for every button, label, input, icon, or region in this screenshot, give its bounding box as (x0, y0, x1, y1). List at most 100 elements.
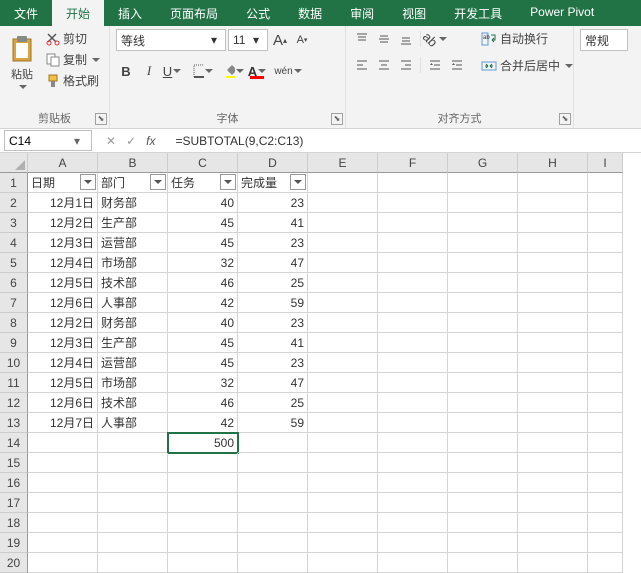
row-header-4[interactable]: 4 (0, 233, 28, 253)
cell[interactable]: 人事部 (98, 293, 168, 313)
indent-decrease-button[interactable] (425, 55, 445, 75)
cell[interactable] (448, 533, 518, 553)
cell[interactable] (588, 373, 623, 393)
tab-file[interactable]: 文件 (0, 0, 52, 26)
cell[interactable]: 40 (168, 313, 238, 333)
cell[interactable] (378, 353, 448, 373)
cell[interactable] (308, 393, 378, 413)
cell[interactable] (588, 413, 623, 433)
row-header-16[interactable]: 16 (0, 473, 28, 493)
cell[interactable] (28, 473, 98, 493)
cell[interactable] (518, 213, 588, 233)
cell[interactable] (588, 233, 623, 253)
cell[interactable] (308, 493, 378, 513)
tab-home[interactable]: 开始 (52, 0, 104, 26)
name-box-dropdown[interactable]: ▾ (69, 134, 85, 148)
cell[interactable] (448, 313, 518, 333)
cell[interactable] (308, 533, 378, 553)
cell[interactable] (448, 393, 518, 413)
align-middle-button[interactable] (374, 29, 394, 49)
cell[interactable] (448, 333, 518, 353)
cell[interactable] (448, 473, 518, 493)
row-header-17[interactable]: 17 (0, 493, 28, 513)
cell[interactable]: 技术部 (98, 273, 168, 293)
align-center-button[interactable] (374, 55, 394, 75)
tab-formulas[interactable]: 公式 (232, 0, 284, 26)
cell[interactable] (518, 333, 588, 353)
row-header-19[interactable]: 19 (0, 533, 28, 553)
cell[interactable] (518, 413, 588, 433)
row-header-9[interactable]: 9 (0, 333, 28, 353)
cell[interactable]: 12月3日 (28, 233, 98, 253)
cell[interactable] (308, 413, 378, 433)
merge-center-button[interactable]: 合并后居中 (477, 56, 577, 75)
cell[interactable] (448, 413, 518, 433)
col-header-I[interactable]: I (588, 153, 623, 173)
cell[interactable] (28, 553, 98, 573)
cell[interactable] (448, 253, 518, 273)
col-header-G[interactable]: G (448, 153, 518, 173)
cell[interactable] (378, 493, 448, 513)
cell[interactable]: 技术部 (98, 393, 168, 413)
cell[interactable] (518, 513, 588, 533)
col-header-A[interactable]: A (28, 153, 98, 173)
cell[interactable] (588, 273, 623, 293)
select-all-corner[interactable] (0, 153, 28, 173)
cell[interactable]: 运营部 (98, 233, 168, 253)
cell[interactable]: 12月3日 (28, 333, 98, 353)
col-header-B[interactable]: B (98, 153, 168, 173)
cell[interactable]: 59 (238, 293, 308, 313)
cell[interactable] (28, 513, 98, 533)
cell[interactable] (98, 473, 168, 493)
cell[interactable] (238, 493, 308, 513)
col-header-E[interactable]: E (308, 153, 378, 173)
accept-formula-icon[interactable]: ✓ (126, 134, 136, 148)
filter-button[interactable] (220, 174, 236, 190)
cell[interactable] (448, 453, 518, 473)
cell[interactable]: 12月6日 (28, 393, 98, 413)
align-launcher[interactable]: ⬊ (559, 113, 571, 125)
wrap-text-button[interactable]: ab自动换行 (477, 29, 577, 48)
cell[interactable] (518, 173, 588, 193)
cell[interactable] (588, 393, 623, 413)
cell[interactable] (448, 553, 518, 573)
cell[interactable]: 46 (168, 393, 238, 413)
cell[interactable] (308, 213, 378, 233)
cell[interactable]: 47 (238, 373, 308, 393)
row-header-13[interactable]: 13 (0, 413, 28, 433)
cell[interactable]: 运营部 (98, 353, 168, 373)
font-name-combo[interactable]: 等线▾ (116, 29, 226, 51)
cell[interactable] (518, 533, 588, 553)
row-header-5[interactable]: 5 (0, 253, 28, 273)
cell[interactable] (588, 293, 623, 313)
tab-view[interactable]: 视图 (388, 0, 440, 26)
tab-insert[interactable]: 插入 (104, 0, 156, 26)
cell[interactable] (518, 313, 588, 333)
increase-font-button[interactable]: A▴ (270, 30, 290, 50)
cell[interactable] (518, 253, 588, 273)
cell[interactable]: 32 (168, 253, 238, 273)
align-right-button[interactable] (396, 55, 416, 75)
indent-increase-button[interactable] (447, 55, 467, 75)
cell[interactable] (308, 513, 378, 533)
filter-button[interactable] (80, 174, 96, 190)
cell[interactable]: 23 (238, 233, 308, 253)
cell[interactable]: 41 (238, 213, 308, 233)
cell[interactable] (448, 513, 518, 533)
cell[interactable]: 12月2日 (28, 313, 98, 333)
cell[interactable] (238, 453, 308, 473)
row-header-18[interactable]: 18 (0, 513, 28, 533)
phonetic-button[interactable]: wén (278, 61, 298, 81)
cell[interactable] (378, 393, 448, 413)
col-header-F[interactable]: F (378, 153, 448, 173)
cell[interactable] (448, 293, 518, 313)
cell[interactable] (378, 413, 448, 433)
cell[interactable] (588, 213, 623, 233)
row-header-12[interactable]: 12 (0, 393, 28, 413)
cell[interactable] (168, 553, 238, 573)
cell[interactable]: 40 (168, 193, 238, 213)
cell[interactable] (308, 293, 378, 313)
cell[interactable] (588, 473, 623, 493)
cell[interactable] (448, 353, 518, 373)
cell[interactable] (378, 253, 448, 273)
